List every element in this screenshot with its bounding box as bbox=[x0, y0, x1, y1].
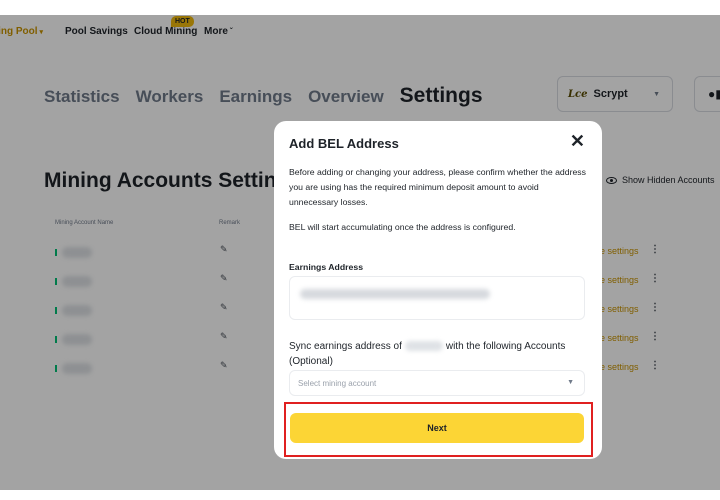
highlight-box bbox=[284, 402, 593, 457]
sync-label-prefix: Sync earnings address of bbox=[289, 341, 402, 352]
modal-description: Before adding or changing your address, … bbox=[289, 167, 586, 207]
mining-account-select[interactable]: Select mining account ▼ bbox=[289, 370, 585, 396]
chevron-down-icon: ▼ bbox=[567, 379, 574, 386]
modal-note: BEL will start accumulating once the add… bbox=[289, 222, 516, 232]
close-icon[interactable]: ✕ bbox=[570, 131, 585, 151]
account-name-blurred bbox=[404, 341, 443, 352]
modal-title: Add BEL Address bbox=[289, 136, 399, 151]
sync-label: Sync earnings address of with the followi… bbox=[289, 339, 589, 369]
earnings-address-label: Earnings Address bbox=[289, 262, 364, 272]
select-placeholder: Select mining account bbox=[298, 379, 377, 388]
address-value-blurred bbox=[300, 289, 490, 299]
earnings-address-field[interactable] bbox=[289, 276, 585, 320]
